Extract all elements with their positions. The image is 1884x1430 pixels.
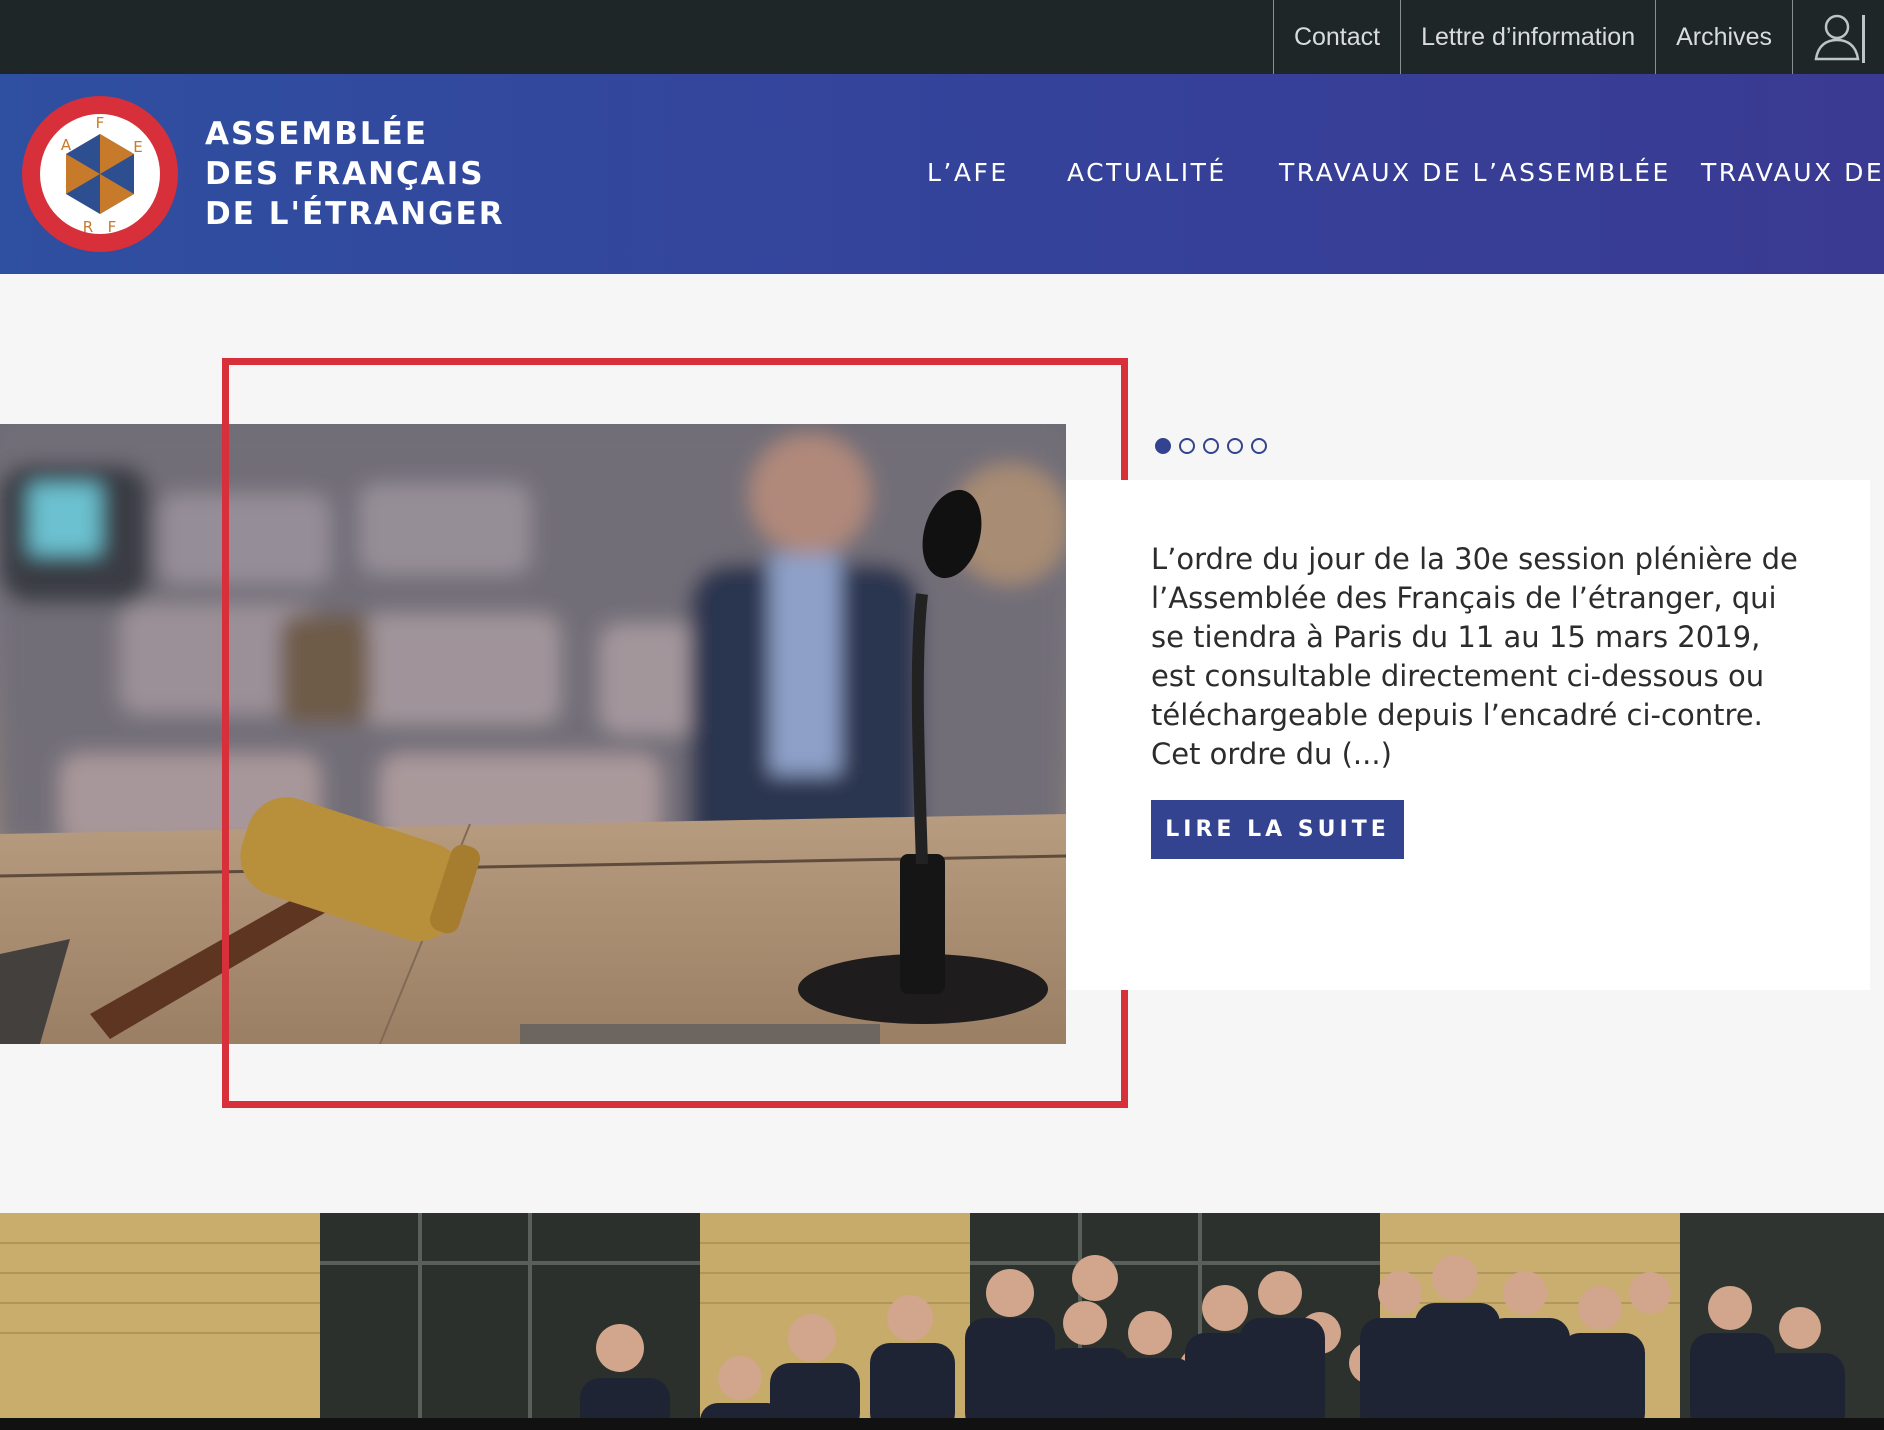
- afe-logo[interactable]: F A E R F: [20, 94, 180, 254]
- top-utility-bar: Contact Lettre d’information Archives: [0, 0, 1884, 74]
- slider-dots: [1155, 438, 1267, 454]
- site-header: F A E R F ASSEMBLÉE DES FRANÇAIS DE L'ÉT…: [0, 74, 1884, 274]
- group-photo-image: [0, 1213, 1884, 1430]
- slide-card: L’ordre du jour de la 30e session pléniè…: [1066, 480, 1870, 990]
- logo-letter-f2: F: [108, 218, 117, 236]
- user-icon: [1814, 14, 1865, 63]
- logo-letter-f: F: [96, 114, 105, 132]
- site-title[interactable]: ASSEMBLÉE DES FRANÇAIS DE L'ÉTRANGER: [205, 114, 505, 234]
- top-links: Contact Lettre d’information Archives: [1272, 0, 1884, 74]
- site-title-line-1: ASSEMBLÉE: [205, 116, 429, 152]
- slide-image[interactable]: [0, 424, 1066, 1044]
- nav-item-travaux-des[interactable]: TRAVAUX DES: [1701, 158, 1884, 187]
- slide-excerpt: L’ordre du jour de la 30e session pléniè…: [1151, 542, 1798, 771]
- gavel-microphone-photo: [0, 424, 1066, 1044]
- slider-dot-3[interactable]: [1203, 438, 1219, 454]
- top-link-contact[interactable]: Contact: [1272, 0, 1400, 74]
- nav-item-actualite[interactable]: ACTUALITÉ: [1067, 158, 1227, 187]
- group-photo[interactable]: [0, 1213, 1884, 1430]
- logo-letter-e: E: [133, 138, 142, 156]
- logo-letter-r: R: [83, 218, 93, 236]
- user-account-button[interactable]: [1792, 0, 1884, 74]
- read-more-button[interactable]: LIRE LA SUITE: [1151, 800, 1404, 859]
- site-title-line-2: DES FRANÇAIS: [205, 156, 485, 192]
- slider-dot-1[interactable]: [1155, 438, 1171, 454]
- top-link-archives[interactable]: Archives: [1655, 0, 1792, 74]
- nav-item-travaux-assemblee[interactable]: TRAVAUX DE L’ASSEMBLÉE: [1279, 158, 1671, 187]
- slider-dot-2[interactable]: [1179, 438, 1195, 454]
- site-title-line-3: DE L'ÉTRANGER: [205, 196, 505, 232]
- slider-dot-4[interactable]: [1227, 438, 1243, 454]
- slider-dot-5[interactable]: [1251, 438, 1267, 454]
- logo-letter-a: A: [61, 136, 72, 154]
- top-link-newsletter[interactable]: Lettre d’information: [1400, 0, 1655, 74]
- nav-item-afe[interactable]: L’AFE: [927, 158, 1009, 187]
